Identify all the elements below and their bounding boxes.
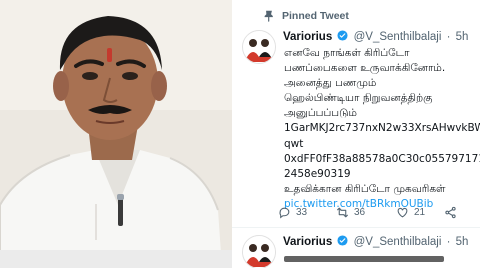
tweet-divider [232,227,480,228]
share-icon [445,206,456,219]
user-handle[interactable]: @V_Senthilbalaji [354,31,442,43]
share-button[interactable] [444,206,457,219]
retweet-button[interactable]: 36 [336,206,365,219]
avatar-image [243,31,275,63]
like-count: 21 [414,207,426,218]
reply-count: 33 [296,207,308,218]
tweet-line: 2458e90319 [284,167,351,180]
tweet-header: Variorius @V_Senthilbalaji · 5h [283,30,468,44]
photo-bottom-strip [0,250,232,268]
display-name[interactable]: Variorius [283,31,332,43]
tweet-timestamp[interactable]: 5h [456,236,469,248]
separator-dot: · [446,236,451,248]
tweet-line: எனவே நாங்கள் கிரிப்டோ [284,47,410,59]
reply-icon [279,207,290,219]
verified-badge-icon [337,235,348,246]
pinned-tweet-label: Pinned Tweet [282,10,349,22]
avatar-image [243,236,275,268]
heart-icon [397,207,408,218]
tweet-line: உதவிக்கான கிரிப்டோ முகவரிகள் [284,182,446,195]
tweet-text-cropped [284,251,480,268]
cropped-text-line [284,256,444,262]
tweet-text: எனவே நாங்கள் கிரிப்டோ பணப்பைகளை உருவாக்க… [284,46,480,212]
tweet-line: அனுப்பப்படும் [284,107,357,120]
avatar[interactable] [242,30,276,64]
man-portrait-image [0,0,232,268]
tweet-header: Variorius @V_Senthilbalaji · 5h [283,235,468,249]
tweet-line: 0xdFF0fF38a88578a0C30c0557971716 [284,152,480,165]
reply-button[interactable]: 33 [278,206,307,219]
tweet-timestamp[interactable]: 5h [456,31,469,43]
separator-dot: · [446,31,451,43]
tweet-line: அனைத்து பணமும் [284,77,377,90]
profile-photo [0,0,232,268]
verified-badge-icon [337,30,348,41]
tweet-line: qwt [284,137,304,150]
like-button[interactable]: 21 [396,206,425,219]
tweet-line: ஹெல்பிண்டியா நிறுவனத்திற்கு [284,92,433,105]
avatar[interactable] [242,235,276,268]
user-handle[interactable]: @V_Senthilbalaji [354,236,442,248]
tweet-line: 1GarMKJ2rc737nxN2w33XrsAHwvkBWH [284,122,480,135]
tweet-actions: 33 36 21 [278,206,478,222]
tweet-card[interactable]: Pinned Tweet Variorius @V_Senthilbalaji … [232,0,480,268]
retweet-count: 36 [354,207,366,218]
retweet-icon [337,207,348,218]
display-name[interactable]: Variorius [283,236,332,248]
pin-icon [264,10,273,22]
tweet-line: பணப்பைகளை உருவாக்கினோம். [284,62,446,75]
